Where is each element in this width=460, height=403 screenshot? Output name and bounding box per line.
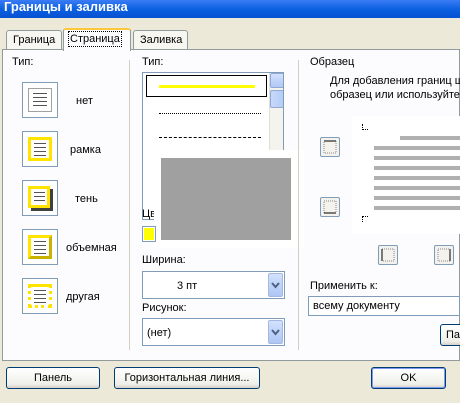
line-style-dashed[interactable]	[159, 137, 261, 138]
box-border-icon	[28, 137, 52, 161]
toolbar-button[interactable]: Панель	[6, 367, 100, 389]
shadow-border-icon	[28, 186, 50, 208]
tab-border[interactable]: Граница	[6, 30, 62, 50]
none-border-icon	[28, 88, 52, 112]
color-swatch	[144, 228, 154, 240]
apply-to-value: всему документу	[313, 300, 400, 312]
setting-none[interactable]	[22, 82, 58, 118]
separator-left	[129, 60, 130, 350]
setting-custom[interactable]	[22, 278, 58, 314]
top-border-icon	[323, 140, 337, 154]
tab-shading[interactable]: Заливка	[133, 30, 188, 50]
tab-border-label: Граница	[13, 34, 56, 46]
apply-to-combo[interactable]: всему документу	[308, 296, 460, 316]
line-style-selected[interactable]	[146, 75, 267, 97]
chevron-down-icon[interactable]	[268, 273, 283, 297]
setting-3d[interactable]	[22, 229, 58, 265]
left-border-toggle[interactable]	[378, 245, 398, 265]
tab-page-border-label: Страница	[68, 31, 122, 47]
style-label: Тип:	[142, 56, 164, 68]
horizontal-line-button[interactable]: Горизонтальная линия...	[114, 367, 260, 389]
line-style-dotted[interactable]	[159, 113, 261, 114]
width-label: Ширина:	[142, 254, 186, 266]
bottom-border-icon	[323, 200, 337, 214]
ok-button[interactable]: OK	[371, 367, 446, 389]
right-border-icon	[437, 248, 451, 262]
chevron-down-icon[interactable]	[268, 320, 283, 344]
preview-label: Образец	[310, 56, 355, 68]
toolbar-button-label: Панель	[33, 372, 72, 384]
window-title: Границы и заливка	[4, 0, 128, 14]
art-value: (нет)	[147, 327, 172, 339]
setting-none-label: нет	[76, 95, 93, 107]
art-label: Рисунок:	[142, 302, 187, 314]
preview-hint-line1: Для добавления границ щ	[330, 75, 460, 87]
setting-label: Тип:	[12, 56, 34, 68]
tab-shading-label: Заливка	[140, 34, 183, 46]
setting-3d-label: объемная	[66, 242, 117, 254]
scroll-thumb[interactable]	[270, 90, 283, 108]
setting-shadow[interactable]	[22, 180, 58, 216]
setting-custom-label: другая	[66, 291, 100, 303]
scroll-up-button[interactable]	[270, 73, 283, 88]
preview-hint-line2: образец или используйте	[330, 89, 460, 101]
color-picker[interactable]	[142, 226, 156, 242]
setting-box-label: рамка	[70, 144, 101, 156]
art-combo[interactable]: (нет)	[142, 318, 285, 346]
custom-border-icon	[28, 284, 52, 308]
right-border-toggle[interactable]	[434, 245, 454, 265]
options-button-label: Па	[446, 329, 460, 341]
separator-right	[298, 60, 299, 350]
preview-page	[352, 116, 460, 234]
line-style-yellow	[159, 85, 255, 88]
width-value: 3 пт	[177, 280, 198, 292]
apply-to-label: Применить к:	[310, 280, 378, 292]
3d-border-icon	[28, 235, 52, 259]
setting-box[interactable]	[22, 131, 58, 167]
horizontal-line-button-label: Горизонтальная линия...	[124, 372, 250, 384]
setting-shadow-label: тень	[75, 193, 98, 205]
tab-page-border[interactable]: Страница	[63, 28, 131, 51]
color-label: Цв	[142, 208, 154, 220]
overlay-frame	[154, 150, 304, 248]
ok-button-label: OK	[400, 372, 417, 384]
left-border-icon	[381, 248, 395, 262]
bottom-border-toggle[interactable]	[320, 197, 340, 217]
top-border-toggle[interactable]	[320, 137, 340, 157]
options-button[interactable]: Па	[440, 324, 460, 346]
width-combo[interactable]: 3 пт	[142, 271, 285, 299]
overlay-gray	[161, 158, 291, 240]
